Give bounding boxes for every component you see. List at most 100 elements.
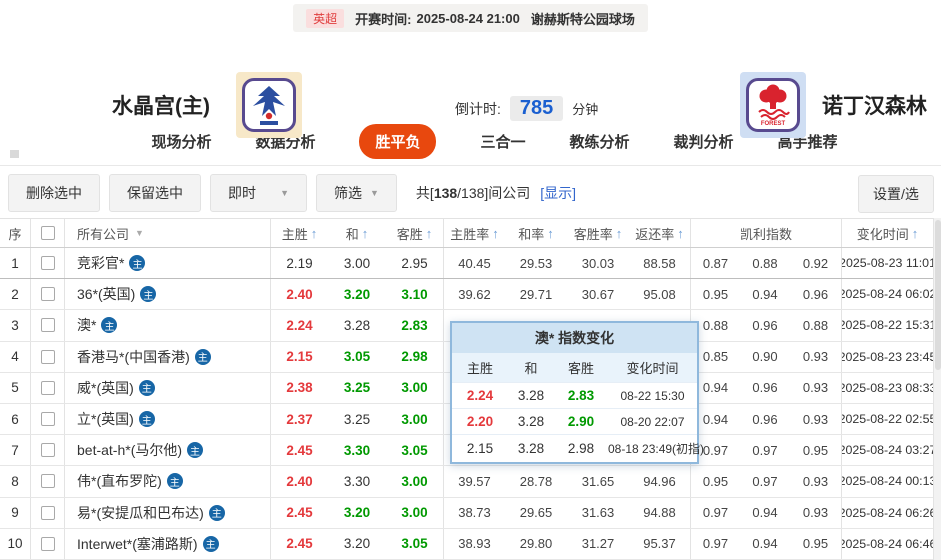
tab-live-analysis[interactable]: 现场分析 [151, 131, 211, 152]
filter-dropdown[interactable]: 筛选 ▼ [316, 174, 397, 212]
row-checkbox[interactable] [40, 256, 55, 271]
popup-header-cell: 主胜 [466, 361, 493, 376]
keep-selected-button[interactable]: 保留选中 [109, 174, 201, 212]
popup-header-cell: 客胜 [567, 361, 594, 376]
edge-dash [10, 150, 19, 158]
home-rate-value: 39.62 [443, 279, 505, 310]
home-odds: 2.24 [270, 310, 328, 341]
row-checkbox[interactable] [40, 318, 55, 333]
company-cell[interactable]: bet-at-h*(马尔他) 主 [64, 435, 270, 466]
home-rate-value: 39.57 [443, 466, 505, 497]
delete-selected-button[interactable]: 删除选中 [8, 174, 100, 212]
table-row: 9 易*(安提瓜和巴布达) 主 2.45 3.20 3.00 38.73 29.65 31.63… [0, 497, 933, 529]
draw-rate-value: 29.65 [519, 505, 553, 521]
header-away-rate[interactable]: 客胜率 ↑ [567, 219, 629, 247]
tab-coach-analysis[interactable]: 教练分析 [570, 131, 630, 152]
company-cell[interactable]: 36*(英国) 主 [64, 279, 270, 310]
draw-rate-value: 29.53 [519, 255, 553, 271]
settings-label: 设置/选 [873, 186, 919, 202]
company-cell[interactable]: 竞彩官* 主 [64, 248, 270, 279]
popup-data-row: 2.15 3.28 2.98 08-18 23:49(初指) [452, 434, 704, 462]
nottingham-forest-crest-icon: FOREST [746, 78, 800, 132]
chevron-down-icon: ▼ [280, 188, 289, 198]
match-info-pill: 英超 开赛时间: 2025-08-24 21:00 谢赫斯特公园球场 [293, 4, 648, 32]
draw-odds: 3.00 [343, 255, 371, 271]
header-away-odds[interactable]: 客胜 ↑ [386, 219, 443, 247]
kelly-away: 0.95 [802, 536, 829, 552]
change-time: 2025-08-24 06:26 [841, 497, 933, 528]
kelly-draw: 0.94 [752, 536, 778, 552]
popup-data-row: 2.24 3.28 2.83 08-22 15:30 [452, 382, 697, 408]
header-return-rate[interactable]: 返还率 ↑ [629, 219, 690, 247]
row-checkbox[interactable] [40, 474, 55, 489]
row-number: 8 [11, 473, 19, 489]
header-company[interactable]: 所有公司 ▼ [64, 219, 270, 247]
away-odds: 3.10 [401, 286, 428, 302]
company-cell[interactable]: 威*(英国) 主 [64, 372, 270, 403]
popup-home-odds: 2.24 [466, 388, 494, 403]
countdown-unit: 分钟 [572, 102, 599, 117]
vertical-scrollbar[interactable] [933, 218, 941, 560]
home-odds: 2.38 [270, 372, 328, 403]
settings-button[interactable]: 设置/选 [858, 175, 934, 213]
home-rate-value: 38.93 [443, 528, 505, 559]
header-draw-odds[interactable]: 和 ↑ [328, 219, 386, 247]
away-odds: 3.00 [401, 380, 428, 396]
home-odds: 2.15 [270, 341, 328, 372]
tab-referee-analysis[interactable]: 裁判分析 [674, 131, 734, 152]
chevron-down-icon: ▼ [370, 188, 379, 198]
header-change-time[interactable]: 变化时间 ↑ [841, 219, 933, 247]
away-odds: 2.98 [401, 349, 428, 365]
company-name: 立*(英国) [77, 411, 134, 428]
venue: 谢赫斯特公园球场 [530, 11, 635, 27]
row-checkbox[interactable] [40, 287, 55, 302]
company-name: 易*(安提瓜和巴布达) [77, 504, 204, 521]
row-checkbox[interactable] [40, 536, 55, 551]
sort-asc-icon: ↑ [492, 225, 499, 241]
company-cell[interactable]: 澳* 主 [64, 310, 270, 341]
row-number: 9 [11, 505, 19, 521]
row-checkbox[interactable] [40, 349, 55, 364]
count-value: 138 [433, 185, 458, 201]
popup-draw-odds: 3.28 [517, 414, 545, 429]
league-badge: 英超 [306, 8, 345, 28]
select-all-checkbox[interactable] [40, 226, 55, 240]
table-row: 2 36*(英国) 主 2.40 3.20 3.10 39.62 29.71 30.67 95.0… [0, 279, 933, 311]
company-count: 共[138/138]间公司 [显示] [416, 183, 576, 203]
header-home-rate[interactable]: 主胜率 ↑ [443, 219, 505, 247]
popup-change-time: 08-22 15:30 [620, 388, 685, 403]
tab-win-draw-lose[interactable]: 胜平负 [359, 124, 437, 159]
tab-three-in-one[interactable]: 三合一 [480, 131, 525, 152]
company-cell[interactable]: 伟*(直布罗陀) 主 [64, 466, 270, 497]
popup-draw-odds: 3.28 [517, 388, 545, 403]
popup-change-time: 08-20 22:07 [620, 414, 685, 429]
kelly-draw: 0.97 [752, 442, 778, 458]
company-cell[interactable]: 易*(安提瓜和巴布达) 主 [64, 497, 270, 528]
kelly-away: 0.95 [802, 442, 829, 458]
header-draw-rate[interactable]: 和率 ↑ [505, 219, 567, 247]
change-time: 2025-08-23 08:33 [841, 372, 933, 403]
scrollbar-thumb[interactable] [935, 220, 941, 370]
row-checkbox[interactable] [40, 380, 55, 395]
show-link[interactable]: [显示] [540, 185, 576, 201]
top-bar: 英超 开赛时间: 2025-08-24 21:00 谢赫斯特公园球场 [0, 0, 941, 32]
checkbox-cell [30, 497, 64, 528]
kelly-draw: 0.96 [752, 411, 778, 427]
company-cell[interactable]: 立*(英国) 主 [64, 403, 270, 435]
company-name: 竞彩官* [77, 255, 125, 272]
away-team-logo: FOREST [740, 72, 806, 138]
company-cell[interactable]: Interwet*(塞浦路斯) 主 [64, 528, 270, 559]
instant-dropdown[interactable]: 即时 ▼ [210, 174, 307, 212]
kelly-away: 0.93 [802, 505, 829, 521]
row-number: 1 [11, 255, 19, 271]
change-time: 2025-08-24 00:13 [841, 466, 933, 497]
row-checkbox[interactable] [40, 443, 55, 458]
row-checkbox[interactable] [40, 412, 55, 427]
row-checkbox[interactable] [40, 505, 55, 520]
home-odds: 2.45 [270, 528, 328, 559]
company-cell[interactable]: 香港马*(中国香港) 主 [64, 341, 270, 372]
return-rate-value: 94.96 [643, 473, 676, 489]
away-odds: 2.95 [401, 255, 428, 271]
kelly-draw: 0.97 [752, 473, 778, 489]
header-home-odds[interactable]: 主胜 ↑ [270, 219, 328, 247]
